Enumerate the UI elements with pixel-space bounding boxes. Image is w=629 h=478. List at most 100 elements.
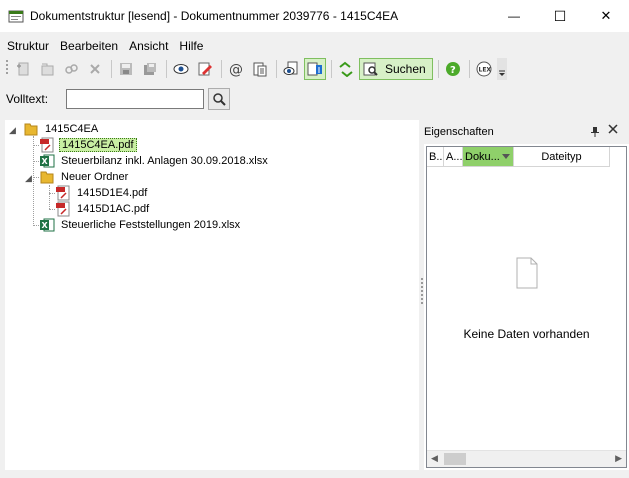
- toolbar-separator: [166, 60, 167, 78]
- help-icon: ?: [445, 62, 460, 76]
- save-all-button[interactable]: [139, 58, 161, 80]
- delete-icon: [90, 64, 100, 74]
- empty-state-text: Keine Daten vorhanden: [463, 327, 590, 341]
- menu-bar: Struktur Bearbeiten Ansicht Hilfe: [0, 36, 207, 56]
- scroll-right-icon[interactable]: ▶: [615, 453, 622, 464]
- toolbar-separator: [437, 60, 439, 78]
- fulltext-search-button[interactable]: [208, 88, 230, 110]
- lex-icon: LEX: [476, 61, 492, 77]
- column-header[interactable]: B...: [427, 147, 444, 167]
- window-title: Dokumentstruktur [lesend] - Dokumentnumm…: [30, 8, 399, 23]
- lex-button[interactable]: LEX: [473, 58, 495, 80]
- edit-document-icon: [198, 62, 212, 76]
- tree-item-pdf[interactable]: 1415C4EA.pdf: [39, 137, 137, 153]
- link-button[interactable]: [60, 58, 82, 80]
- toolbar-separator: [221, 60, 222, 78]
- close-button[interactable]: ✕: [583, 0, 629, 32]
- menu-struktur[interactable]: Struktur: [0, 39, 53, 53]
- svg-text:X: X: [42, 221, 49, 230]
- collapse-toggle-icon[interactable]: ◢: [9, 125, 16, 136]
- help-button[interactable]: ?: [442, 58, 464, 80]
- new-folder-icon: [41, 63, 54, 76]
- pin-icon[interactable]: [590, 126, 600, 138]
- menu-hilfe[interactable]: Hilfe: [172, 39, 207, 53]
- tree-item-folder[interactable]: Neuer Ordner: [39, 169, 130, 185]
- folder-icon: [40, 171, 54, 184]
- view-button[interactable]: [170, 58, 192, 80]
- sync-button[interactable]: [335, 58, 357, 80]
- sort-down-icon: [501, 153, 510, 159]
- close-panel-icon[interactable]: [608, 124, 618, 134]
- new-document-icon: [17, 62, 29, 76]
- tree-line: [49, 185, 50, 209]
- toolbar-separator: [276, 60, 277, 78]
- new-folder-button[interactable]: [36, 58, 58, 80]
- details-toggle-button[interactable]: [304, 58, 326, 80]
- toolbar-overflow-button[interactable]: [496, 58, 507, 80]
- scrollbar-thumb[interactable]: [444, 453, 466, 465]
- svg-text:X: X: [42, 157, 49, 166]
- close-icon: ✕: [600, 8, 612, 23]
- toolbar-separator: [468, 60, 470, 78]
- toolbar-separator: [331, 60, 332, 78]
- pdf-file-icon: [40, 137, 54, 153]
- eye-icon: [173, 64, 189, 74]
- search-button[interactable]: Suchen: [359, 58, 433, 80]
- excel-file-icon: X: [40, 154, 55, 168]
- tree-item-pdf[interactable]: 1415D1AC.pdf: [55, 201, 151, 217]
- tree-root[interactable]: 1415C4EA: [23, 121, 100, 137]
- collapse-toggle-icon[interactable]: ◢: [25, 173, 32, 184]
- maximize-button[interactable]: ☐: [537, 0, 583, 32]
- tree-item-label: Neuer Ordner: [61, 171, 129, 183]
- search-button-label: Suchen: [385, 62, 426, 76]
- tree-item-label: 1415D1AC.pdf: [77, 203, 150, 215]
- column-header[interactable]: A...: [444, 147, 463, 167]
- maximize-icon: ☐: [553, 7, 567, 24]
- tree-item-xlsx[interactable]: X Steuerliche Feststellungen 2019.xlsx: [39, 217, 242, 233]
- tree-line: [33, 136, 34, 226]
- minimize-icon: —: [508, 9, 520, 23]
- properties-button[interactable]: [249, 58, 271, 80]
- column-header-sorted[interactable]: Doku...: [463, 147, 514, 167]
- fulltext-input[interactable]: [66, 89, 204, 109]
- folder-icon: [24, 123, 38, 136]
- toolbar-grip[interactable]: [4, 58, 12, 80]
- properties-title: Eigenschaften: [424, 126, 494, 138]
- email-button[interactable]: @: [225, 58, 247, 80]
- menu-bearbeiten[interactable]: Bearbeiten: [53, 39, 122, 53]
- tree-root-label: 1415C4EA: [45, 123, 99, 135]
- document-tree[interactable]: ◢ 1415C4EA 1415C4EA.pdf X Steuerbilanz i…: [5, 120, 419, 470]
- new-document-button[interactable]: [12, 58, 34, 80]
- column-header[interactable]: Dateityp: [514, 147, 610, 167]
- properties-grid[interactable]: B... A... Doku... Dateityp Keine Daten v…: [426, 146, 627, 468]
- splitter-grip: [421, 278, 423, 304]
- search-document-icon: [363, 62, 378, 76]
- edit-button[interactable]: [194, 58, 216, 80]
- save-button[interactable]: [115, 58, 137, 80]
- sync-arrows-icon: [339, 61, 353, 77]
- preview-button[interactable]: [280, 58, 302, 80]
- pdf-file-icon: [56, 201, 70, 217]
- minimize-button[interactable]: —: [491, 0, 537, 32]
- app-icon: [8, 10, 24, 22]
- tree-item-pdf[interactable]: 1415D1E4.pdf: [55, 185, 149, 201]
- scroll-left-icon[interactable]: ◀: [431, 453, 438, 464]
- empty-state: Keine Daten vorhanden: [427, 257, 626, 341]
- pdf-file-icon: [56, 185, 70, 201]
- tree-item-xlsx[interactable]: X Steuerbilanz inkl. Anlagen 30.09.2018.…: [39, 153, 270, 169]
- horizontal-scrollbar[interactable]: ◀ ▶: [427, 450, 626, 467]
- svg-text:?: ?: [450, 65, 456, 76]
- delete-button[interactable]: [84, 58, 106, 80]
- properties-panel: Eigenschaften B... A... Doku... Dateityp…: [424, 120, 629, 470]
- chevron-down-icon: [498, 70, 505, 76]
- menu-ansicht[interactable]: Ansicht: [122, 39, 172, 53]
- at-sign-icon: @: [229, 62, 243, 77]
- svg-text:LEX: LEX: [478, 67, 491, 74]
- save-icon: [120, 63, 132, 75]
- fulltext-search-bar: Volltext:: [0, 88, 230, 110]
- title-bar: Dokumentstruktur [lesend] - Dokumentnumm…: [0, 0, 629, 32]
- empty-document-icon: [516, 257, 537, 289]
- link-icon: [65, 64, 78, 74]
- preview-eye-icon: [283, 61, 298, 75]
- details-panel-icon: [307, 62, 322, 76]
